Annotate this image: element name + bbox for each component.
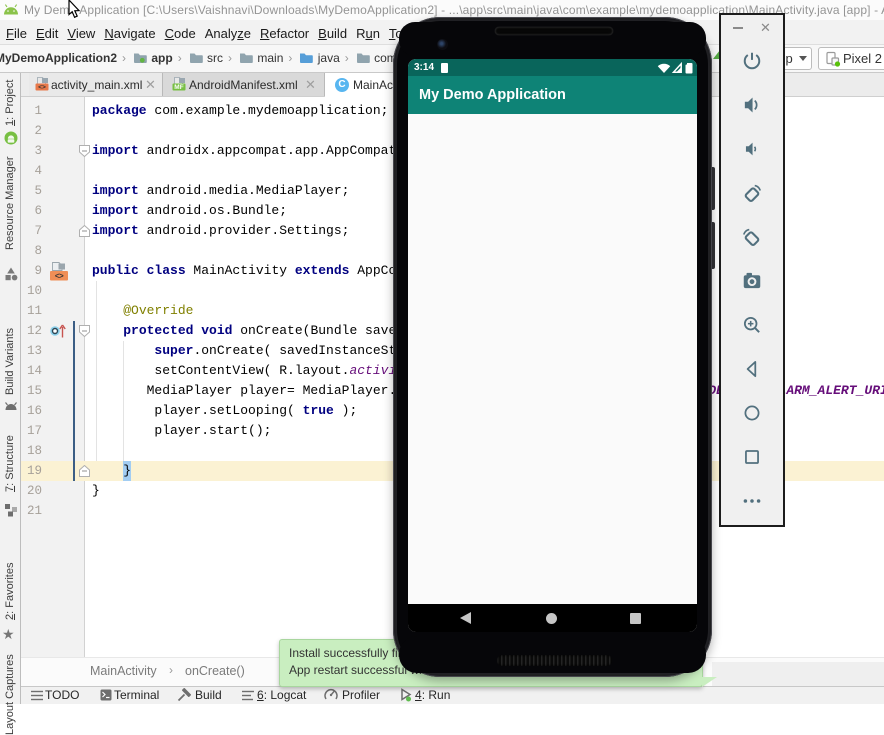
svg-text:MF: MF bbox=[174, 84, 183, 91]
svg-text:<>: <> bbox=[55, 271, 64, 280]
svg-text:<>: <> bbox=[38, 84, 46, 91]
